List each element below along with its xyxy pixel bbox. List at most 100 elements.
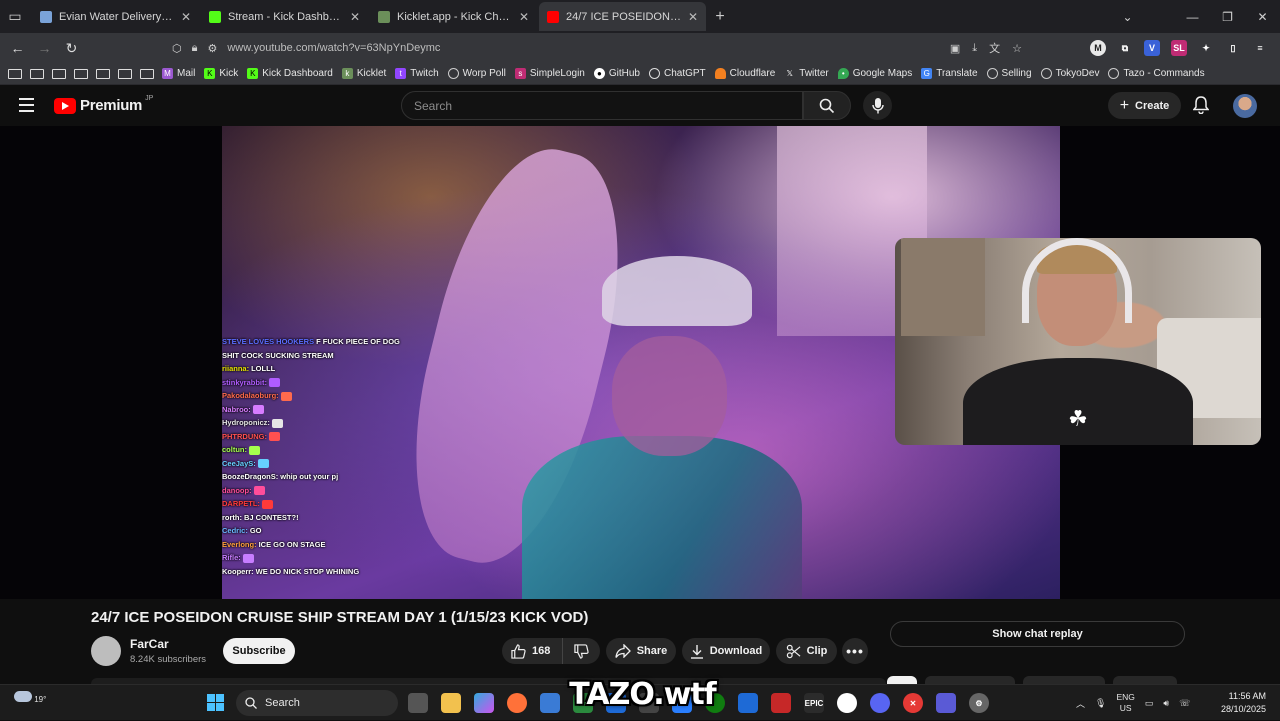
- folder-icon[interactable]: [74, 68, 88, 79]
- bookmark-github[interactable]: ● GitHub: [593, 68, 640, 79]
- close-tab-icon[interactable]: ✕: [181, 10, 191, 24]
- sidebar-icon[interactable]: ▯: [1225, 40, 1241, 56]
- clip-button[interactable]: Clip: [776, 638, 837, 664]
- install-app-icon[interactable]: ⤓: [972, 42, 977, 55]
- app-icon[interactable]: ✕: [903, 693, 923, 713]
- download-button[interactable]: Download: [682, 638, 770, 664]
- app-icon[interactable]: [771, 693, 791, 713]
- clock[interactable]: 11:56 AM 28/10/2025: [1221, 690, 1266, 716]
- extension-puzzle-icon[interactable]: ⧉: [1117, 40, 1133, 56]
- notifications-icon[interactable]: ☏: [1179, 698, 1190, 709]
- reload-button[interactable]: ↻: [58, 40, 85, 57]
- browser-tab-evian[interactable]: Evian Water Delivery (12 or 24 B ✕: [32, 2, 199, 31]
- chat-username: DARPETL:: [222, 499, 260, 508]
- bookmark-simplelogin[interactable]: s SimpleLogin: [514, 68, 585, 79]
- search-input[interactable]: [414, 98, 802, 113]
- folder-icon[interactable]: [118, 68, 132, 79]
- bookmark-worp-poll[interactable]: Worp Poll: [447, 68, 506, 79]
- store-icon[interactable]: [540, 693, 560, 713]
- extensions-menu-icon[interactable]: ✦: [1198, 40, 1214, 56]
- close-tab-icon[interactable]: ✕: [519, 10, 529, 24]
- tab-list-icon[interactable]: ▭: [0, 0, 30, 33]
- taskbar-search[interactable]: Search: [236, 690, 398, 716]
- tab-search-icon[interactable]: ⌄: [1110, 10, 1145, 24]
- new-tab-button[interactable]: +: [706, 8, 734, 26]
- close-tab-icon[interactable]: ✕: [350, 10, 360, 24]
- folder-icon[interactable]: [8, 68, 22, 79]
- profile-m-icon[interactable]: M: [1090, 40, 1106, 56]
- back-button[interactable]: ←: [4, 40, 31, 56]
- bookmark-kicklet[interactable]: k Kicklet: [341, 68, 386, 79]
- youtube-logo[interactable]: Premium JP: [54, 95, 153, 114]
- close-window-button[interactable]: ✕: [1245, 10, 1280, 24]
- shield-icon[interactable]: ⬡: [172, 42, 182, 55]
- show-hidden-icons[interactable]: ︿: [1076, 697, 1085, 710]
- network-icon[interactable]: ▭: [1145, 698, 1154, 709]
- subscribe-button[interactable]: Subscribe: [223, 638, 295, 664]
- account-avatar[interactable]: [1233, 94, 1257, 118]
- vpn-shield-icon[interactable]: V: [1144, 40, 1160, 56]
- bookmark-kick-dashboard[interactable]: K Kick Dashboard: [247, 68, 333, 79]
- close-tab-icon[interactable]: ✕: [688, 10, 698, 24]
- picture-in-picture-icon[interactable]: ▣: [950, 42, 960, 55]
- folder-icon[interactable]: [52, 68, 66, 79]
- bookmark-tazo-commands[interactable]: Tazo - Commands: [1108, 68, 1205, 79]
- bookmark-twitch[interactable]: t Twitch: [395, 68, 439, 79]
- file-explorer-icon[interactable]: [441, 693, 461, 713]
- task-view-icon[interactable]: [408, 693, 428, 713]
- volume-icon[interactable]: 🔊︎: [1163, 698, 1169, 709]
- share-button[interactable]: Share: [606, 638, 676, 664]
- notifications-bell-icon[interactable]: [1192, 96, 1210, 119]
- epic-games-icon[interactable]: EPIC: [804, 693, 824, 713]
- browser-tab-kicklet[interactable]: Kicklet.app - Kick Chatbot and C ✕: [370, 2, 537, 31]
- firefox-icon[interactable]: [507, 693, 527, 713]
- simplelogin-icon[interactable]: SL: [1171, 40, 1187, 56]
- permissions-icon[interactable]: ⚙︎: [207, 42, 217, 55]
- browser-tab-kick-dashboard[interactable]: Stream - Kick Dashboard ✕: [201, 2, 368, 31]
- more-actions-button[interactable]: •••: [842, 638, 868, 664]
- url-text[interactable]: www.youtube.com/watch?v=63NpYnDeymc: [227, 42, 440, 54]
- settings-gear-icon[interactable]: ⚙: [969, 693, 989, 713]
- browser-tab-youtube[interactable]: 24/7 ICE POSEIDON CRUISE SHI ✕: [539, 2, 706, 31]
- minimize-button[interactable]: —: [1175, 10, 1210, 24]
- microphone-icon[interactable]: 🎙︎: [1095, 698, 1106, 709]
- create-button[interactable]: + Create: [1108, 92, 1181, 119]
- bookmark-translate[interactable]: G Translate: [921, 68, 978, 79]
- folder-icon[interactable]: [96, 68, 110, 79]
- forward-button[interactable]: →: [31, 40, 58, 56]
- folder-icon[interactable]: [140, 68, 154, 79]
- discord-icon[interactable]: [870, 693, 890, 713]
- copilot-icon[interactable]: [474, 693, 494, 713]
- bookmark-selling[interactable]: Selling: [986, 68, 1032, 79]
- like-button[interactable]: 168: [502, 638, 563, 664]
- chat-text: GO: [249, 526, 262, 535]
- voice-search-button[interactable]: [863, 91, 892, 120]
- lock-icon[interactable]: 🔒︎: [192, 42, 198, 55]
- chrome-icon[interactable]: [837, 693, 857, 713]
- windows-start-icon[interactable]: [207, 694, 224, 711]
- dislike-button[interactable]: [563, 638, 600, 664]
- bookmark-chatgpt[interactable]: ChatGPT: [648, 68, 706, 79]
- show-chat-replay-button[interactable]: Show chat replay: [890, 621, 1185, 647]
- channel-avatar[interactable]: [91, 636, 121, 666]
- bookmark-tokyodev[interactable]: TokyoDev: [1040, 68, 1099, 79]
- menu-icon[interactable]: [19, 98, 34, 116]
- weather-widget[interactable]: 19°: [14, 691, 46, 704]
- address-bar[interactable]: ⬡ 🔒︎ ⚙︎ www.youtube.com/watch?v=63NpYnDe…: [172, 37, 1022, 59]
- language-indicator[interactable]: ENG US: [1116, 692, 1134, 714]
- browser-menu-icon[interactable]: ≡: [1252, 40, 1268, 56]
- bookmark-twitter[interactable]: 𝕏 Twitter: [784, 68, 829, 79]
- app-icon[interactable]: [738, 693, 758, 713]
- bookmark-kick[interactable]: K Kick: [204, 68, 238, 79]
- bookmark-mail[interactable]: M Mail: [162, 68, 195, 79]
- channel-name[interactable]: FarCar: [130, 637, 169, 651]
- video-player[interactable]: STEVE LOVES HOOKERS F FUCK PIECE OF DOG SH…: [0, 126, 1280, 599]
- restore-button[interactable]: ❐: [1210, 10, 1245, 24]
- folder-icon[interactable]: [30, 68, 44, 79]
- bookmark-google-maps[interactable]: • Google Maps: [837, 68, 912, 79]
- translate-icon[interactable]: 文: [989, 40, 1000, 56]
- bookmark-star-icon[interactable]: ☆: [1012, 42, 1022, 55]
- bookmark-cloudflare[interactable]: Cloudflare: [714, 68, 775, 79]
- app-icon[interactable]: [936, 693, 956, 713]
- search-button[interactable]: [803, 91, 851, 120]
